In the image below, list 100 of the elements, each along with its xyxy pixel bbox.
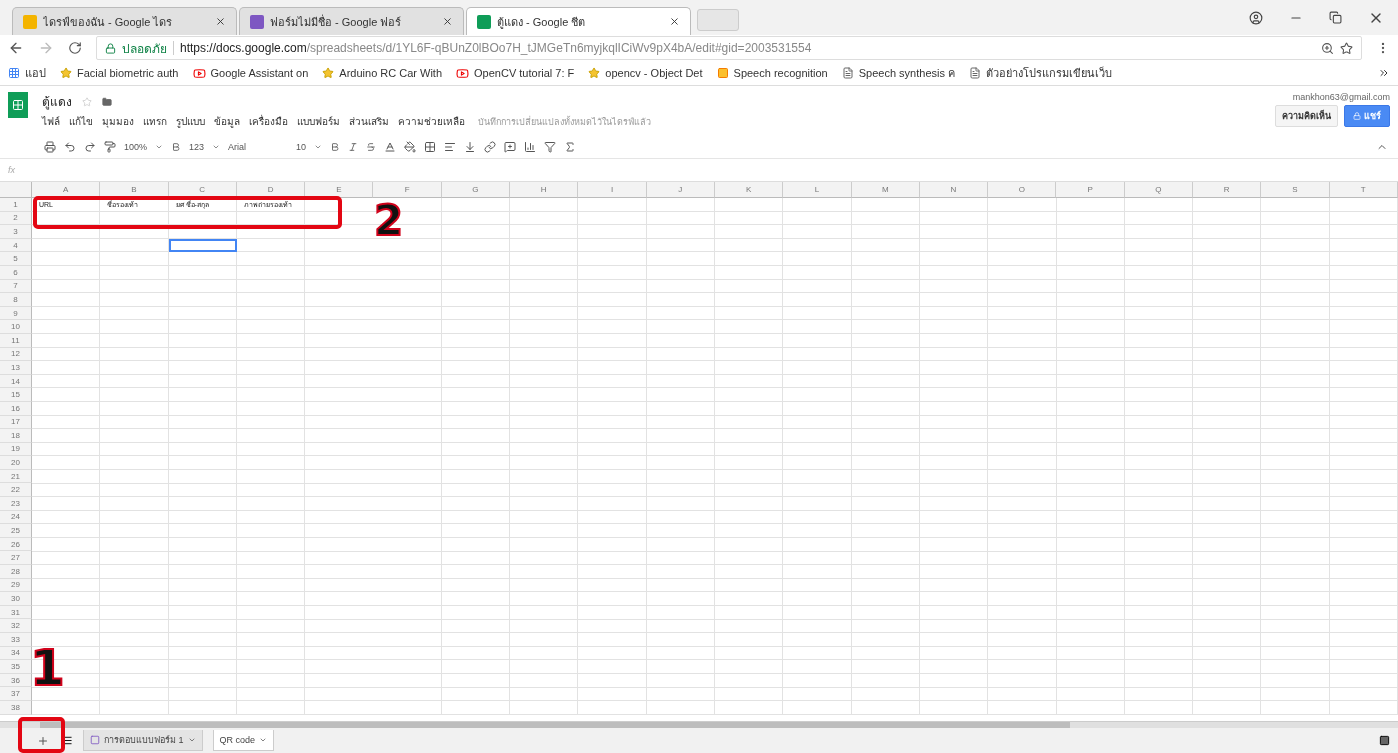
text-color-icon[interactable] [384, 141, 397, 153]
share-button[interactable]: แชร์ [1344, 105, 1390, 127]
row-header[interactable]: 30 [0, 592, 32, 606]
bookmark-star-icon[interactable] [1340, 41, 1353, 55]
scrollbar-thumb[interactable] [40, 722, 1070, 728]
row-header[interactable]: 32 [0, 619, 32, 633]
row-header[interactable]: 1 [0, 198, 32, 212]
bookmark-item[interactable]: opencv - Object Det [588, 67, 703, 79]
row-header[interactable]: 18 [0, 429, 32, 443]
account-email[interactable]: mankhon63@gmail.com [1292, 92, 1390, 102]
column-header[interactable]: Q [1124, 182, 1194, 198]
column-header[interactable]: E [305, 182, 374, 198]
caret-icon[interactable] [314, 143, 323, 151]
folder-icon[interactable] [102, 96, 112, 107]
caret-icon[interactable] [155, 143, 164, 151]
sheets-logo-icon[interactable] [8, 92, 28, 118]
column-header[interactable]: M [851, 182, 920, 198]
print-icon[interactable] [44, 141, 56, 153]
explore-icon[interactable] [1379, 735, 1390, 746]
column-header[interactable]: T [1329, 182, 1398, 198]
row-header[interactable]: 35 [0, 660, 32, 674]
functions-icon[interactable] [564, 141, 577, 153]
undo-icon[interactable] [64, 141, 76, 153]
bookmark-item[interactable]: OpenCV tutorial 7: F [456, 66, 575, 80]
document-title[interactable]: ตู้แดง [42, 92, 72, 111]
row-header[interactable]: 33 [0, 633, 32, 647]
bookmark-item[interactable]: แอป [8, 64, 46, 82]
selected-cell[interactable] [168, 238, 237, 253]
font-size-select[interactable]: 10 [296, 142, 307, 152]
browser-tab[interactable]: ตู้แดง - Google ชีต [466, 7, 691, 35]
row-header[interactable]: 13 [0, 361, 32, 375]
zoom-select[interactable]: 100% [124, 142, 148, 152]
row-header[interactable]: 5 [0, 252, 32, 266]
close-icon[interactable] [215, 16, 226, 27]
column-header[interactable]: F [373, 182, 442, 198]
comments-button[interactable]: ความคิดเห็น [1275, 105, 1338, 127]
row-header[interactable]: 22 [0, 483, 32, 498]
row-header[interactable]: 8 [0, 293, 32, 307]
profile-icon[interactable] [1249, 10, 1263, 25]
column-header[interactable]: J [646, 182, 715, 198]
back-icon[interactable] [8, 40, 24, 56]
caret-icon[interactable] [212, 143, 221, 151]
paint-format-icon[interactable] [104, 141, 116, 153]
star-icon[interactable] [82, 96, 92, 107]
bookmark-item[interactable]: Speech synthesis ค [841, 64, 955, 82]
row-header[interactable]: 25 [0, 524, 32, 538]
comment-icon[interactable] [504, 141, 517, 153]
address-field[interactable]: ปลอดภัย https://docs.google.com/spreadsheets/d/1YL6F-qBUnZ0lBOo7H_tJMGeTn6myjkqlICiWv9pX4bA/edit#gid=2003531554 [96, 36, 1362, 60]
row-header[interactable]: 27 [0, 551, 32, 566]
sheet-tab[interactable]: QR code [212, 730, 275, 751]
reload-icon[interactable] [68, 41, 82, 55]
strikethrough-icon[interactable] [366, 142, 377, 152]
menu-item[interactable]: แทรก [143, 114, 167, 129]
menu-item[interactable]: ความช่วยเหลือ [398, 114, 465, 129]
bookmark-item[interactable]: Speech recognition [716, 67, 828, 79]
close-icon[interactable] [669, 16, 680, 27]
zoom-icon[interactable] [1321, 41, 1334, 55]
chart-icon[interactable] [524, 141, 537, 153]
menu-item[interactable]: ไฟล์ [42, 114, 60, 129]
italic-icon[interactable] [348, 142, 359, 152]
row-header[interactable]: 3 [0, 225, 32, 239]
row-header[interactable]: 37 [0, 687, 32, 701]
caret-icon[interactable] [187, 736, 196, 744]
save-status[interactable]: บันทึกการเปลี่ยนแปลงทั้งหมดไว้ในไดรฟ์แล้ว [478, 114, 651, 129]
row-header[interactable]: 28 [0, 565, 32, 579]
menu-item[interactable]: รูปแบบ [176, 114, 205, 129]
sheet-list-icon[interactable] [62, 735, 73, 746]
column-header[interactable]: H [510, 182, 579, 198]
caret-icon[interactable] [259, 736, 268, 744]
row-header[interactable]: 15 [0, 388, 32, 402]
bookmark-item[interactable]: Facial biometric auth [60, 67, 179, 79]
align-icon[interactable] [444, 141, 457, 153]
column-header[interactable]: N [919, 182, 989, 198]
bookmark-item[interactable]: Google Assistant on [192, 66, 309, 80]
link-icon[interactable] [484, 141, 497, 153]
sheet-tab[interactable]: การตอบแบบฟอร์ม 1 [83, 730, 203, 751]
menu-item[interactable]: ข้อมูล [214, 114, 240, 129]
close-icon[interactable] [442, 16, 453, 27]
more-bookmarks-icon[interactable] [1378, 67, 1390, 79]
row-header[interactable]: 10 [0, 320, 32, 334]
column-header[interactable]: I [578, 182, 647, 198]
row-header[interactable]: 23 [0, 497, 32, 511]
filter-icon[interactable] [544, 141, 557, 153]
column-header[interactable]: K [714, 182, 784, 198]
menu-item[interactable]: แบบฟอร์ม [297, 114, 340, 129]
column-header[interactable]: S [1261, 182, 1330, 198]
column-header[interactable]: L [783, 182, 852, 198]
row-header[interactable]: 20 [0, 456, 32, 470]
bookmark-item[interactable]: ตัวอย่างโปรแกรมเขียนเว็บ [969, 64, 1112, 82]
vertical-align-icon[interactable] [464, 141, 477, 153]
redo-icon[interactable] [84, 141, 96, 153]
browser-tab[interactable]: ฟอร์มไม่มีชื่อ - Google ฟอร์ [239, 7, 464, 35]
column-header[interactable]: R [1193, 182, 1262, 198]
menu-item[interactable]: แก้ไข [69, 114, 93, 129]
fill-color-icon[interactable] [404, 141, 417, 153]
bold-icon[interactable] [330, 142, 341, 152]
bookmark-item[interactable]: Arduino RC Car With [322, 67, 443, 79]
number-format-select[interactable]: 123 [189, 142, 205, 152]
restore-icon[interactable] [1329, 11, 1342, 24]
column-header[interactable]: G [441, 182, 511, 198]
